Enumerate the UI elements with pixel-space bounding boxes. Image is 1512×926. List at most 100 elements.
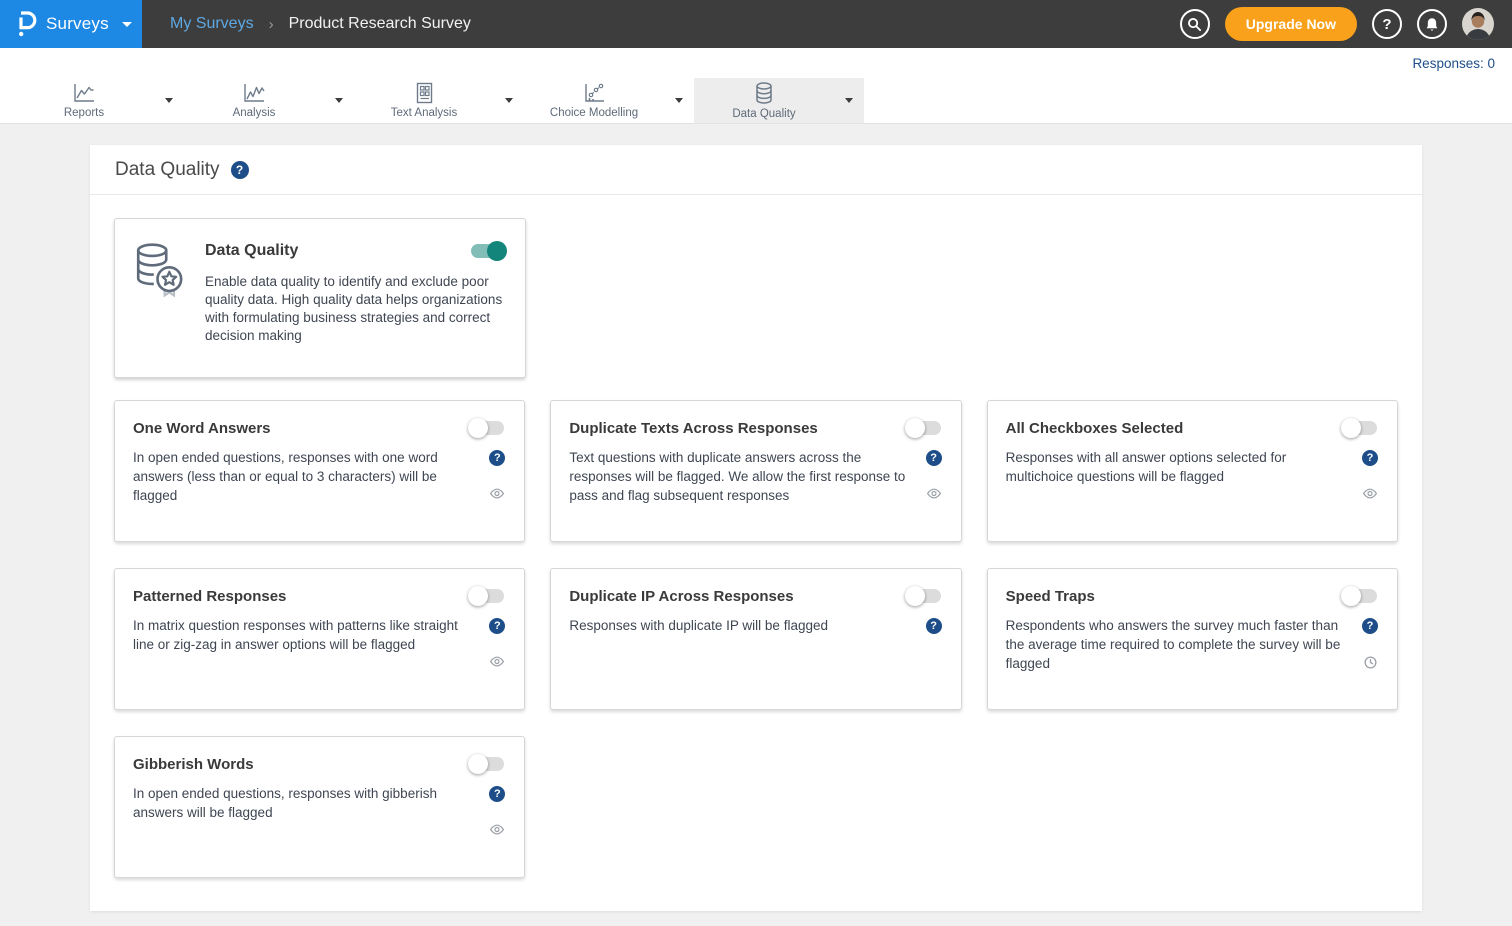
rule-help-icon[interactable]: ? xyxy=(926,618,942,634)
toolbar-tab-label: Data Quality xyxy=(732,108,795,120)
toolbar-tab-reports[interactable]: Reports xyxy=(14,78,154,123)
rule-card-description: In matrix question responses with patter… xyxy=(133,617,488,667)
toggle-knob xyxy=(1341,586,1361,606)
rule-toggle[interactable] xyxy=(468,754,506,774)
user-avatar[interactable] xyxy=(1462,8,1494,40)
chevron-down-icon xyxy=(335,98,343,103)
rule-help-icon[interactable]: ? xyxy=(489,618,505,634)
rule-card: Duplicate IP Across Responses Responses … xyxy=(550,568,961,710)
rule-card: All Checkboxes Selected Responses with a… xyxy=(987,400,1398,542)
eye-icon[interactable] xyxy=(489,824,505,835)
page-help-icon[interactable]: ? xyxy=(231,161,249,179)
rule-help-icon[interactable]: ? xyxy=(489,450,505,466)
toggle-knob xyxy=(905,418,925,438)
rule-card-description: Text questions with duplicate answers ac… xyxy=(569,449,924,506)
rule-toggle[interactable] xyxy=(468,418,506,438)
chevron-down-icon xyxy=(505,98,513,103)
toolbar-tab-text-analysis[interactable]: Text Analysis xyxy=(354,78,494,123)
rule-card-description: Responses with all answer options select… xyxy=(1006,449,1361,499)
rule-toggle[interactable] xyxy=(468,586,506,606)
rule-toggle[interactable] xyxy=(1341,418,1379,438)
data-quality-toggle[interactable] xyxy=(469,241,507,261)
toolbar-tab-label: Analysis xyxy=(233,107,276,119)
analytics-toolbar: Reports xyxy=(0,78,1512,124)
toolbar-tab-analysis[interactable]: Analysis xyxy=(184,78,324,123)
chevron-down-icon xyxy=(675,98,683,103)
help-button[interactable]: ? xyxy=(1372,9,1402,39)
rule-card-description: Respondents who answers the survey much … xyxy=(1006,617,1361,674)
toolbar-tab-label: Choice Modelling xyxy=(550,107,638,119)
rule-card-description: In open ended questions, responses with … xyxy=(133,449,488,506)
rule-help-icon[interactable]: ? xyxy=(1362,450,1378,466)
rule-help-icon[interactable]: ? xyxy=(926,450,942,466)
page-title: Data Quality xyxy=(115,159,220,181)
eye-icon[interactable] xyxy=(1362,488,1378,499)
toggle-knob xyxy=(468,754,488,774)
rule-card-title: Gibberish Words xyxy=(133,756,254,773)
rule-card-title: Duplicate IP Across Responses xyxy=(569,588,793,605)
page-background: Data Quality ? Data Quality xyxy=(0,124,1512,926)
data-quality-feature-card: Data Quality Enable data quality to iden… xyxy=(114,218,526,378)
breadcrumb: My Surveys › Product Research Survey xyxy=(170,0,471,48)
chevron-down-icon xyxy=(122,22,132,27)
survey-nav: Responses: 0 xyxy=(0,48,1512,78)
rule-card: Gibberish Words In open ended questions,… xyxy=(114,736,525,878)
responses-count: Responses: 0 xyxy=(1412,56,1495,71)
scatter-chart-icon xyxy=(242,82,266,104)
avatar-photo xyxy=(1462,8,1494,40)
data-quality-panel: Data Quality ? Data Quality xyxy=(90,145,1422,911)
rule-card: One Word Answers In open ended questions… xyxy=(114,400,525,542)
top-bar: Surveys My Surveys › Product Research Su… xyxy=(0,0,1512,48)
rule-card-title: Duplicate Texts Across Responses xyxy=(569,420,817,437)
dotted-chart-icon xyxy=(582,82,606,104)
document-grid-icon xyxy=(413,82,435,104)
rule-help-icon[interactable]: ? xyxy=(489,786,505,802)
database-icon xyxy=(752,81,776,105)
breadcrumb-current-survey: Product Research Survey xyxy=(289,15,471,33)
toolbar-tab-choice-modelling[interactable]: Choice Modelling xyxy=(524,78,664,123)
toggle-knob xyxy=(468,418,488,438)
toolbar-tab-label: Text Analysis xyxy=(391,107,457,119)
toggle-knob xyxy=(468,586,488,606)
feature-card-description: Enable data quality to identify and excl… xyxy=(205,273,507,345)
toggle-knob xyxy=(1341,418,1361,438)
toolbar-tab-label: Reports xyxy=(64,107,104,119)
eye-icon[interactable] xyxy=(489,488,505,499)
search-button[interactable] xyxy=(1180,9,1210,39)
toggle-knob xyxy=(905,586,925,606)
panel-body: Data Quality Enable data quality to iden… xyxy=(90,195,1422,911)
rule-toggle[interactable] xyxy=(1341,586,1379,606)
eye-icon[interactable] xyxy=(489,656,505,667)
upgrade-now-button[interactable]: Upgrade Now xyxy=(1225,7,1357,41)
feature-card-title: Data Quality xyxy=(205,242,298,260)
notifications-button[interactable] xyxy=(1417,9,1447,39)
search-icon xyxy=(1187,17,1202,32)
rule-toggle[interactable] xyxy=(905,586,943,606)
tab-dropdown-caret[interactable] xyxy=(664,78,694,123)
rule-card-title: All Checkboxes Selected xyxy=(1006,420,1184,437)
rule-cards-grid: One Word Answers In open ended questions… xyxy=(114,400,1398,878)
toolbar-tab-data-quality[interactable]: Data Quality xyxy=(694,78,834,123)
tab-dropdown-caret[interactable] xyxy=(834,78,864,123)
brand-label: Surveys xyxy=(46,14,109,34)
breadcrumb-my-surveys[interactable]: My Surveys xyxy=(170,15,254,33)
question-mark-icon: ? xyxy=(1382,16,1391,33)
questionpro-logo-icon xyxy=(17,11,37,37)
rule-card: Speed Traps Respondents who answers the … xyxy=(987,568,1398,710)
rule-toggle[interactable] xyxy=(905,418,943,438)
chevron-down-icon xyxy=(845,98,853,103)
rule-card: Patterned Responses In matrix question r… xyxy=(114,568,525,710)
line-chart-icon xyxy=(72,82,96,104)
tab-dropdown-caret[interactable] xyxy=(154,78,184,123)
bell-icon xyxy=(1425,17,1439,32)
rule-help-icon[interactable]: ? xyxy=(1362,618,1378,634)
tab-dropdown-caret[interactable] xyxy=(494,78,524,123)
chevron-down-icon xyxy=(165,98,173,103)
tab-dropdown-caret[interactable] xyxy=(324,78,354,123)
eye-icon[interactable] xyxy=(926,488,942,499)
clock-icon[interactable] xyxy=(1364,656,1377,669)
rule-card-title: Patterned Responses xyxy=(133,588,286,605)
brand-menu[interactable]: Surveys xyxy=(0,0,142,48)
rule-card: Duplicate Texts Across Responses Text qu… xyxy=(550,400,961,542)
database-award-icon xyxy=(133,241,187,297)
